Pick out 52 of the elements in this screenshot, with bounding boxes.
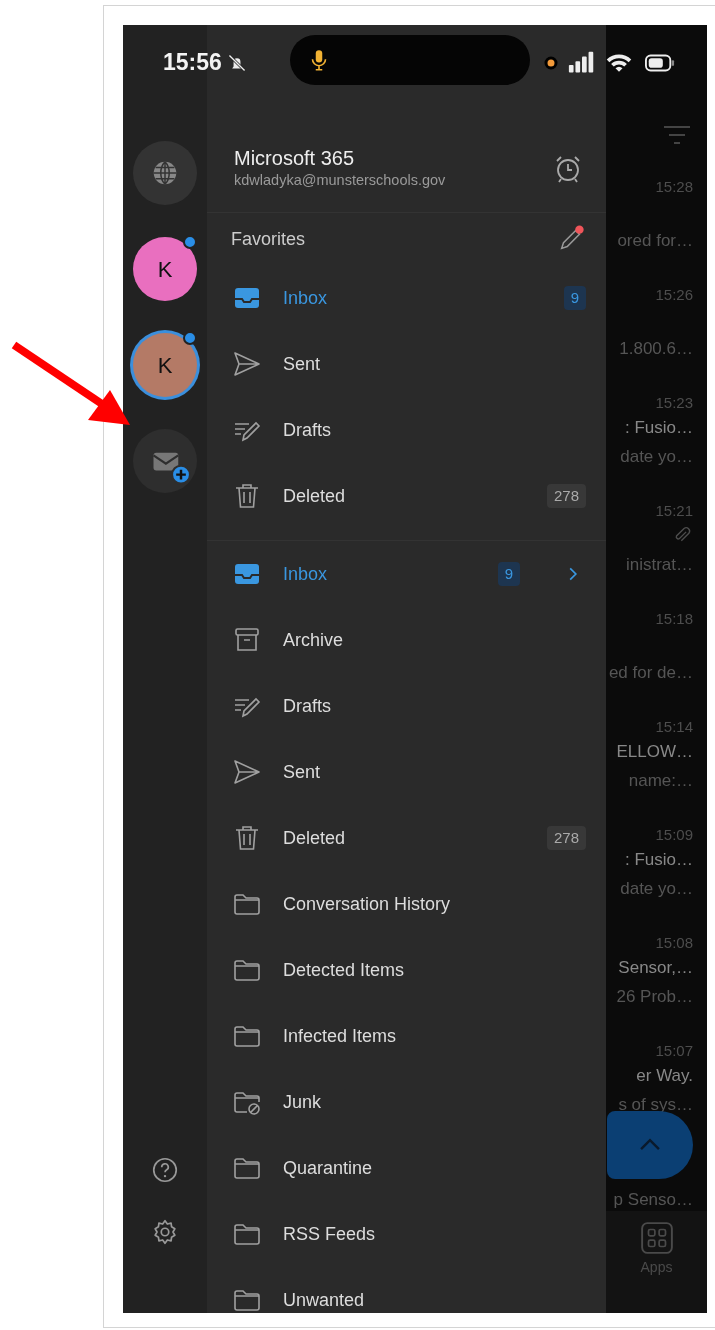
folder-item[interactable]: Conversation History (207, 871, 606, 937)
folder-item[interactable]: Inbox 9 (207, 541, 606, 607)
message-time: 15:21 (655, 501, 693, 521)
account-avatar[interactable]: K (133, 237, 197, 301)
message-preview-text: er Way. (636, 1065, 693, 1087)
message-preview-text: 26 Prob… (616, 986, 693, 1008)
message-time: 15:26 (655, 285, 693, 305)
folder-item[interactable]: Sent (207, 331, 606, 397)
account-email: kdwladyka@munsterschools.gov (234, 171, 447, 191)
folder-item[interactable]: Deleted 278 (207, 463, 606, 529)
message-preview-text: Sensor,… (618, 957, 693, 979)
message-preview-text: date yo… (620, 878, 693, 900)
account-title: Microsoft 365 (234, 146, 356, 171)
message-time: 15:08 (655, 933, 693, 953)
message-preview-text: ed for de… (608, 662, 693, 684)
folder-item[interactable]: Drafts (207, 673, 606, 739)
count-badge: 9 (497, 561, 520, 587)
count-badge: 9 (563, 285, 586, 311)
message-preview-text: : Fusio… (624, 849, 693, 871)
message-preview-text: p Senso… (613, 1189, 693, 1211)
folder-item[interactable]: Infected Items (207, 1003, 606, 1069)
message-preview-text: ored for… (617, 230, 693, 252)
count-badge: 278 (546, 483, 586, 509)
folder-item[interactable]: Sent (207, 739, 606, 805)
folder-item[interactable]: Deleted 278 (207, 805, 606, 871)
folder-item[interactable]: Detected Items (207, 937, 606, 1003)
folder-item[interactable]: Drafts (207, 397, 606, 463)
message-preview-text: inistrat… (625, 554, 693, 576)
account-avatar[interactable]: K (133, 333, 197, 397)
message-time: 15:18 (655, 609, 693, 629)
message-time: 15:07 (655, 1041, 693, 1061)
message-time: 15:14 (655, 717, 693, 737)
message-preview-text: date yo… (620, 446, 693, 468)
folder-item[interactable]: Inbox 9 (207, 265, 606, 331)
status-time: 15:56 (163, 48, 222, 78)
folder-item[interactable]: Junk (207, 1069, 606, 1135)
section-heading: Favorites (231, 227, 306, 251)
folder-item[interactable]: Quarantine (207, 1135, 606, 1201)
message-preview-text: s of sys… (618, 1094, 693, 1116)
folder-item[interactable]: Unwanted (207, 1267, 606, 1313)
count-badge: 278 (546, 825, 586, 851)
help-icon[interactable] (150, 1155, 180, 1185)
message-time: 15:23 (655, 393, 693, 413)
message-preview-text: name:… (628, 770, 693, 792)
message-time: 15:09 (655, 825, 693, 845)
folder-item[interactable]: RSS Feeds (207, 1201, 606, 1267)
folder-item[interactable]: Archive (207, 607, 606, 673)
message-preview-text: ELLOW… (616, 741, 693, 763)
message-time: 15:28 (655, 177, 693, 197)
message-preview-text: : Fusio… (624, 417, 693, 439)
message-preview-text: 1.800.6… (619, 338, 693, 360)
recording-dot-icon (543, 54, 559, 71)
